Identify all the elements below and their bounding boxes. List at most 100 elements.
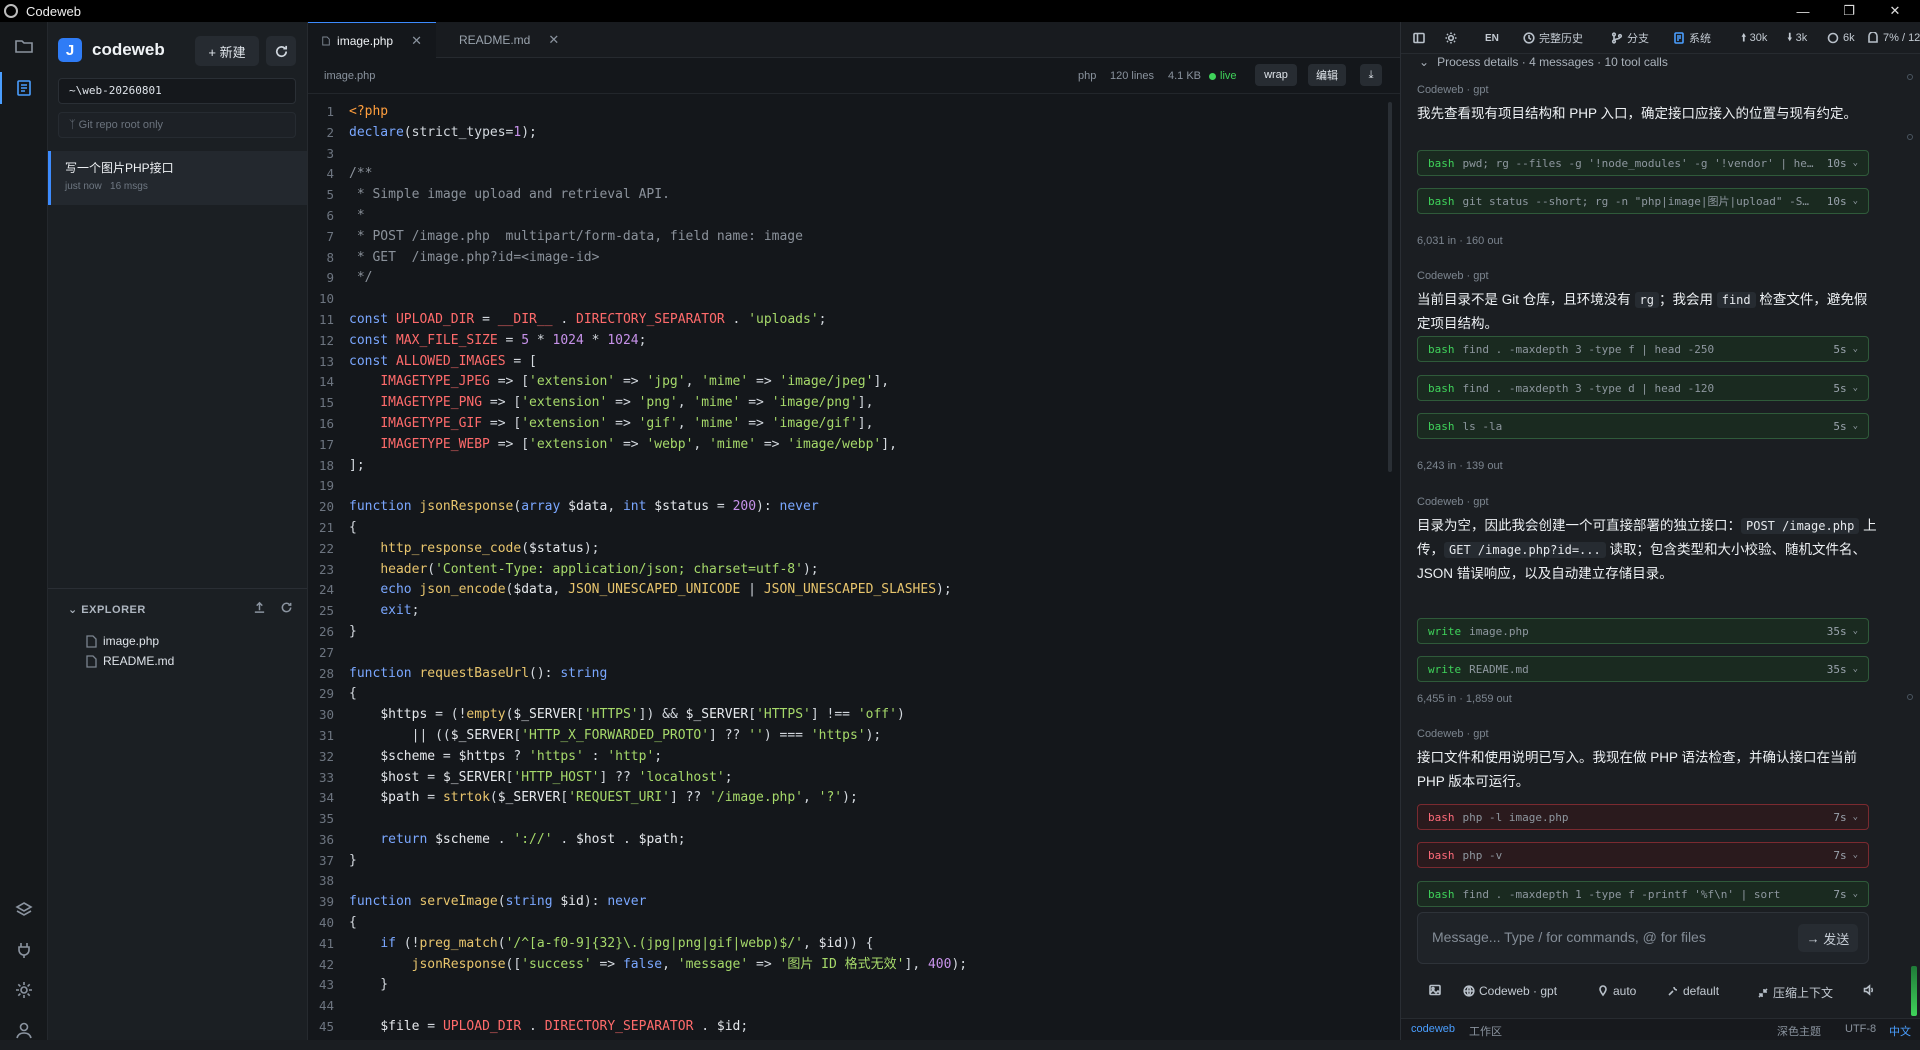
files-activity-button[interactable] [0,26,48,66]
history-icon [1523,32,1535,44]
edit-button[interactable]: 编辑 [1308,64,1346,86]
code-line: 1 <?php [326,104,389,119]
status-project[interactable]: codeweb [1411,1023,1455,1035]
document-icon [17,80,31,96]
tool-command: php -v [1462,848,1503,862]
tokens-out: 🠛 3k [1787,30,1807,46]
toggle-sidebar-button[interactable] [1413,30,1429,46]
tool-call[interactable]: write README.md 35s ⌄ [1417,656,1869,682]
session-meta: just now 16 msgs [65,181,293,192]
tool-kind: bash [1428,848,1455,862]
status-workspace[interactable]: 工作区 [1469,1023,1502,1039]
language-toggle[interactable]: EN [1485,30,1499,46]
status-encoding[interactable]: UTF-8 [1845,1023,1876,1035]
editor-scrollbar[interactable] [1388,102,1392,472]
message-input[interactable]: Message... Type / for commands, @ for fi… [1417,912,1869,964]
chevron-down-icon: ⌄ [1852,664,1858,674]
minimize-button[interactable]: — [1780,0,1826,22]
session-count: 16 msgs [110,181,148,192]
chat-activity-button[interactable] [0,68,48,108]
token-stat: 6,455 in · 1,859 out [1417,693,1512,705]
process-details-toggle[interactable]: ⌄ Process details · 4 messages · 10 tool … [1419,55,1668,69]
mode-selector[interactable]: auto [1597,984,1636,998]
status-theme[interactable]: 深色主题 [1777,1023,1821,1039]
tool-call[interactable]: write image.php 35s ⌄ [1417,618,1869,644]
close-tab-icon[interactable]: ✕ [548,32,559,48]
history-button[interactable]: 完整历史 [1523,30,1583,46]
chat-scrollbar[interactable] [1907,54,1913,932]
tool-call[interactable]: bash find . -maxdepth 3 -type d | head -1… [1417,375,1869,401]
close-tab-icon[interactable]: ✕ [411,33,422,49]
code-line: 11 const UPLOAD_DIR = __DIR__ . DIRECTORY… [318,311,827,327]
tool-call[interactable]: bash pwd; rg --files -g '!node_modules' -… [1417,150,1869,176]
model-selector[interactable]: Codeweb · gpt [1463,984,1557,998]
new-session-button[interactable]: + 新建 [195,36,259,66]
code-line: 30 $https = (!empty($_SERVER['HTTPS']) &… [318,707,905,723]
arrow-right-icon: → [1806,930,1824,946]
tool-duration: 10s [1826,156,1847,170]
tool-command: git status --short; rg -n "php|image|图片|… [1462,195,1810,208]
chevron-down-icon: ⌄ [1852,383,1858,393]
workspace-path-input[interactable]: ~\web-20260801 [58,78,296,104]
code-line: 8 * GET /image.php?id=<image-id> [326,249,600,265]
code-line: 26} [318,623,357,639]
tool-call-error[interactable]: bash php -v 7s ⌄ [1417,842,1869,868]
sidebar-icon [1413,32,1425,44]
window-title: Codeweb [26,3,81,19]
explorer-file-image-php[interactable]: image.php [86,631,159,651]
account-activity-button[interactable] [0,1010,48,1050]
code-line: 35 [318,811,334,827]
plugin-activity-button[interactable] [0,930,48,970]
arrow-up-icon: 🠙 [1741,31,1750,44]
send-button[interactable]: → 发送 [1798,924,1858,952]
message-author: Codeweb · gpt [1417,270,1489,282]
explorer-header[interactable]: ⌄ EXPLORER [68,603,146,616]
code-line: 24 echo json_encode($data, JSON_UNESCAPE… [318,582,952,598]
code-line: 6 * [326,207,365,223]
scroll-marker [1907,694,1913,700]
theme-button[interactable] [1445,30,1461,46]
code-line: 39 function serveImage(string $id): never [318,894,647,910]
status-bar: codeweb 工作区 深色主题 UTF-8 中文 [1401,1018,1920,1040]
attach-image-button[interactable] [1429,984,1445,996]
tool-kind: write [1428,624,1462,638]
chevron-down-icon: ⌄ [1852,626,1858,636]
code-view[interactable]: 1 <?php 2 declare(strict_types=1); 3 4/** … [308,102,1388,1038]
code-line: 25 exit; [318,603,420,619]
session-item[interactable]: 写一个图片PHP接口 just now 16 msgs [48,151,307,205]
wrap-button[interactable]: wrap [1255,64,1297,86]
git-repo-input[interactable]: ᛉ Git repo root only [58,112,296,138]
tool-duration: 5s [1833,381,1847,395]
profile-selector[interactable]: default [1667,984,1719,998]
maximize-button[interactable]: ❐ [1826,0,1872,22]
live-dot-icon [1209,72,1216,80]
voice-button[interactable] [1863,984,1879,996]
tool-call[interactable]: bash git status --short; rg -n "php|image… [1417,188,1869,214]
tool-call[interactable]: bash find . -maxdepth 1 -type f -printf '… [1417,881,1869,907]
settings-activity-button[interactable] [0,970,48,1010]
refresh-button[interactable] [266,36,296,66]
system-button[interactable]: 系统 [1673,30,1711,46]
pin-icon [1599,985,1607,997]
tool-call-error[interactable]: bash php -l image.php 7s ⌄ [1417,804,1869,830]
code-line: 21{ [318,519,357,535]
branch-button[interactable]: 分支 [1611,30,1649,46]
tab-image-php[interactable]: image.php ✕ [308,22,436,58]
layers-activity-button[interactable] [0,890,48,930]
tab-readme[interactable]: README.md ✕ [438,22,560,58]
branch-label: 分支 [1627,33,1649,45]
tool-call[interactable]: bash ls -la 5s ⌄ [1417,413,1869,439]
explorer-file-readme[interactable]: README.md [86,651,174,671]
compress-context-button[interactable]: 压缩上下文 [1757,984,1833,1001]
close-window-button[interactable]: ✕ [1872,0,1918,22]
download-button[interactable]: ⤓ [1360,64,1382,86]
upload-icon[interactable] [253,601,266,614]
status-language[interactable]: 中文 [1889,1023,1911,1039]
tool-duration: 35s [1826,662,1847,676]
branch-icon: ᛉ [69,119,79,131]
brand: J codeweb [58,38,165,62]
file-icon [86,654,97,668]
refresh-explorer-icon[interactable] [280,601,293,614]
tool-kind: bash [1428,194,1455,208]
tool-call[interactable]: bash find . -maxdepth 3 -type f | head -2… [1417,336,1869,362]
